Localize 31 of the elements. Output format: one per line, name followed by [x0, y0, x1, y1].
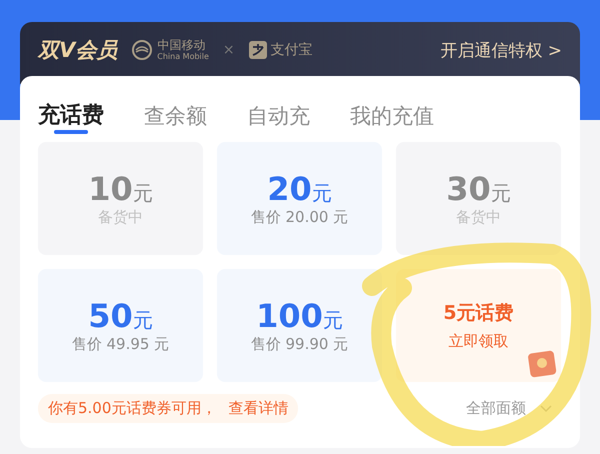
amount-tile[interactable]: 20元 售价 20.00 元	[217, 142, 382, 255]
partner-name: 中国移动	[157, 39, 206, 52]
price-text: 售价 99.90 元	[250, 335, 348, 354]
amount-text: 100元	[256, 297, 343, 335]
details-link[interactable]: 查看详情	[228, 399, 288, 417]
logo-icon	[131, 39, 154, 61]
coupon-notice: 你有5.00元话费券可用， 查看详情	[38, 394, 298, 423]
price-text: 售价 49.95 元	[72, 335, 170, 354]
tab[interactable]: 充话费	[38, 88, 104, 136]
promo-title: 5元话费	[443, 301, 514, 326]
promo-action: 立即领取	[448, 332, 508, 351]
chevron-down-icon	[540, 404, 552, 412]
amount-text: 30元	[446, 170, 511, 208]
price-text: 售价 20.00 元	[250, 208, 348, 227]
partner-subtitle: China Mobile	[157, 52, 209, 61]
amount-text: 10元	[88, 170, 153, 208]
tab[interactable]: 我的充值	[350, 88, 434, 136]
logo-icon	[248, 41, 267, 59]
amount-text: 20元	[267, 170, 332, 208]
tab[interactable]: 查余额	[144, 88, 207, 136]
promo-tile[interactable]: 5元话费 立即领取	[396, 269, 561, 382]
separator-text: ×	[222, 42, 235, 58]
partner-name: 支付宝	[270, 44, 313, 56]
amount-tile[interactable]: 100元 售价 99.90 元	[217, 269, 382, 382]
tab[interactable]: 自动充	[247, 88, 310, 136]
privilege-link[interactable]: 开启通信特权 >	[440, 38, 562, 62]
envelope-icon	[527, 348, 557, 378]
amount-text: 50元	[88, 297, 153, 335]
all-amounts-dropdown[interactable]: 全部面额	[466, 399, 562, 418]
amount-tile[interactable]: 50元 售价 49.95 元	[38, 269, 203, 382]
app-title: 双V会员	[38, 37, 118, 64]
